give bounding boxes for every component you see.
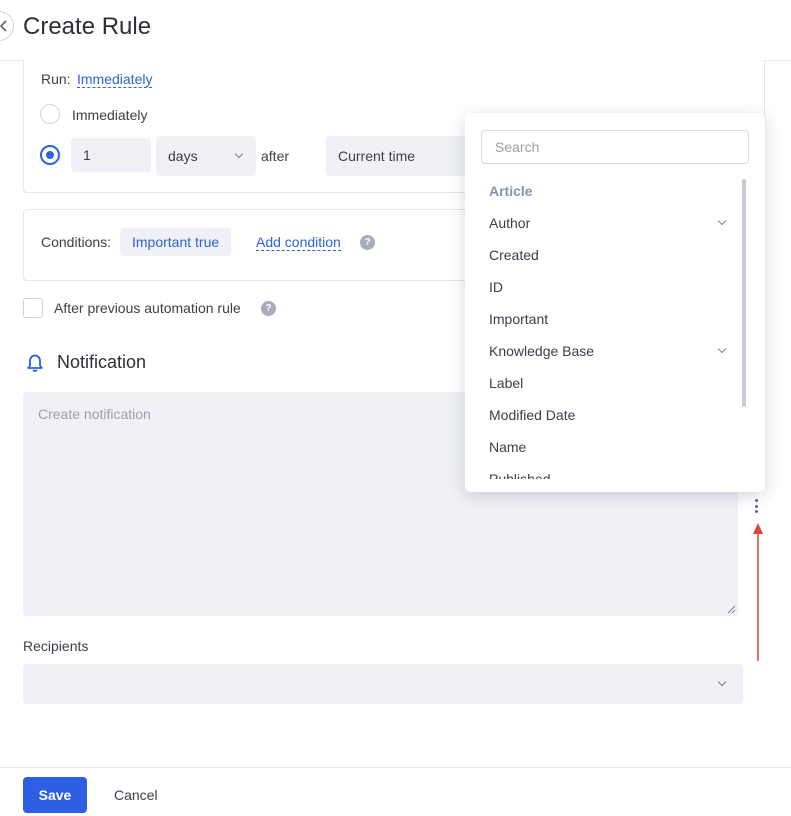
dropdown-item-label: Modified Date <box>489 407 576 423</box>
more-vertical-icon[interactable] <box>750 497 762 515</box>
chevron-down-icon <box>234 149 244 159</box>
dropdown-item-published[interactable]: Published <box>465 463 765 479</box>
back-button[interactable] <box>0 11 14 41</box>
delay-value: 1 <box>83 147 91 163</box>
dropdown-item-label: ID <box>489 279 503 295</box>
help-icon[interactable]: ? <box>360 235 375 250</box>
dropdown-item-label: Name <box>489 439 527 455</box>
dropdown-item-label: Important <box>489 311 549 327</box>
run-mode-link[interactable]: Immediately <box>77 71 153 88</box>
conditions-label: Conditions: <box>41 234 112 250</box>
after-previous-checkbox[interactable] <box>23 298 43 318</box>
chevron-down-icon[interactable] <box>717 216 727 226</box>
dropdown-item-label: Created <box>489 247 539 263</box>
notification-title: Notification <box>57 352 147 372</box>
dropdown-item-label: Knowledge Base <box>489 343 595 359</box>
delay-unit-select[interactable]: days <box>156 136 256 176</box>
dropdown-list[interactable]: Article Author Created ID Important Know… <box>465 175 765 479</box>
field-picker-dropdown: Article Author Created ID Important Know… <box>465 113 765 492</box>
chevron-down-icon <box>717 677 727 687</box>
dropdown-item-author[interactable]: Author <box>465 207 765 239</box>
after-previous-label: After previous automation rule <box>54 300 241 316</box>
reference-value: Current time <box>338 148 416 164</box>
condition-chip[interactable]: Important true <box>120 228 232 256</box>
run-label: Run: <box>41 71 71 87</box>
chevron-left-icon <box>0 20 7 32</box>
dropdown-item-name[interactable]: Name <box>465 431 765 463</box>
add-condition-link[interactable]: Add condition <box>256 234 341 251</box>
dropdown-item-knowledge-base[interactable]: Knowledge Base <box>465 335 765 367</box>
page-title: Create Rule <box>23 13 152 40</box>
delay-unit: days <box>168 148 198 164</box>
dropdown-search-input[interactable] <box>481 130 749 164</box>
resize-grip-icon[interactable] <box>726 604 736 614</box>
notification-placeholder: Create notification <box>38 406 151 422</box>
bell-icon <box>27 354 43 372</box>
chevron-down-icon[interactable] <box>717 344 727 354</box>
dropdown-scrollbar[interactable] <box>742 179 746 407</box>
dropdown-item-label: Published <box>489 471 551 479</box>
after-text: after <box>261 148 290 164</box>
dropdown-item-important[interactable]: Important <box>465 303 765 335</box>
radio-delayed[interactable] <box>40 145 60 165</box>
help-icon[interactable]: ? <box>261 301 276 316</box>
delay-value-input[interactable]: 1 <box>71 138 151 172</box>
save-button[interactable]: Save <box>23 777 87 813</box>
radio-immediately-label: Immediately <box>72 107 148 123</box>
dropdown-item-label: Author <box>489 215 531 231</box>
footer-bar: Save Cancel <box>0 767 791 816</box>
dropdown-group-header: Article <box>489 183 533 199</box>
page-header: Create Rule <box>0 0 791 61</box>
radio-immediately[interactable] <box>40 104 60 124</box>
dropdown-item-label: Label <box>489 375 524 391</box>
annotation-arrow <box>753 523 763 661</box>
reference-select[interactable]: Current time <box>326 136 486 176</box>
dropdown-item-label[interactable]: Label <box>465 367 765 399</box>
dropdown-item-id[interactable]: ID <box>465 271 765 303</box>
dropdown-item-modified-date[interactable]: Modified Date <box>465 399 765 431</box>
dropdown-item-created[interactable]: Created <box>465 239 765 271</box>
recipients-label: Recipients <box>23 638 89 654</box>
recipients-select[interactable] <box>23 664 743 704</box>
cancel-button[interactable]: Cancel <box>114 787 158 803</box>
